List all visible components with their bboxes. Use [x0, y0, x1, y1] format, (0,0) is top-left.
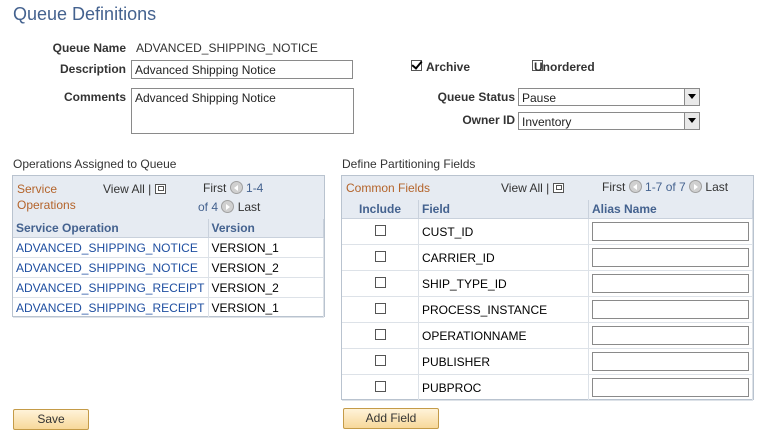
field-cell: PUBPROC [418, 374, 589, 401]
column-header-service-operation: Service Operation [13, 219, 209, 238]
zoom-icon[interactable] [552, 183, 564, 193]
save-button[interactable]: Save [13, 409, 89, 430]
table-row: ADVANCED_SHIPPING_NOTICE VERSION_2 [13, 257, 324, 278]
table-row: ADVANCED_SHIPPING_NOTICE VERSION_1 [13, 237, 324, 258]
table-row: SHIP_TYPE_ID [342, 270, 753, 297]
previous-icon[interactable] [628, 180, 642, 193]
unordered-label: Unordered [534, 60, 595, 74]
queue-status-label: Queue Status [437, 90, 515, 104]
version-cell: VERSION_2 [208, 277, 324, 298]
include-checkbox[interactable] [374, 276, 386, 288]
service-operation-link[interactable]: ADVANCED_SHIPPING_RECEIPT [13, 277, 209, 298]
operations-of-count: of 4 [198, 200, 219, 214]
partitioning-last-label: Last [705, 180, 729, 194]
operations-caption-2: Operations [17, 198, 76, 212]
archive-checkbox[interactable] [411, 60, 422, 71]
field-cell: OPERATIONNAME [418, 322, 589, 349]
table-row: PROCESS_INSTANCE [342, 296, 753, 323]
partitioning-view-all-link[interactable]: View All [501, 181, 543, 195]
owner-id-value: Inventory [522, 115, 572, 129]
queue-status-select[interactable]: Pause [518, 88, 700, 106]
queue-name-value: ADVANCED_SHIPPING_NOTICE [136, 41, 318, 55]
operations-grid: Service Operations View All | First 1-4 … [12, 175, 325, 318]
column-header-version: Version [208, 219, 324, 238]
field-cell: CUST_ID [418, 218, 589, 245]
comments-label: Comments [63, 90, 126, 104]
comments-textarea[interactable]: Advanced Shipping Notice [131, 88, 354, 134]
queue-status-value: Pause [522, 91, 557, 105]
table-row: ADVANCED_SHIPPING_RECEIPT VERSION_1 [13, 297, 324, 318]
chevron-down-icon [684, 113, 699, 129]
partitioning-caption: Common Fields [346, 181, 431, 195]
field-cell: CARRIER_ID [418, 244, 589, 271]
column-header-include: Include [342, 200, 419, 219]
field-cell: PROCESS_INSTANCE [418, 296, 589, 323]
table-row: CUST_ID [342, 218, 753, 245]
include-checkbox[interactable] [374, 302, 386, 314]
column-header-field: Field [418, 200, 589, 219]
chevron-down-icon [684, 89, 699, 105]
include-checkbox[interactable] [374, 354, 386, 366]
owner-id-select[interactable]: Inventory [518, 112, 700, 130]
include-checkbox[interactable] [374, 328, 386, 340]
column-header-alias-name: Alias Name [588, 200, 753, 219]
version-cell: VERSION_1 [208, 297, 324, 318]
alias-name-input[interactable] [592, 300, 749, 319]
owner-id-label: Owner ID [462, 113, 515, 127]
field-cell: PUBLISHER [418, 348, 589, 375]
service-operation-link[interactable]: ADVANCED_SHIPPING_RECEIPT [13, 297, 209, 318]
alias-name-input[interactable] [592, 222, 749, 241]
table-row: PUBPROC [342, 374, 753, 401]
partitioning-grid: Common Fields View All | First 1-7 of 7 … [341, 175, 754, 401]
partitioning-first-label: First [602, 180, 626, 194]
table-row: OPERATIONNAME [342, 322, 753, 349]
version-cell: VERSION_2 [208, 257, 324, 278]
field-cell: SHIP_TYPE_ID [418, 270, 589, 297]
partitioning-range: 1-7 of 7 [645, 180, 686, 194]
queue-name-label: Queue Name [52, 41, 126, 55]
next-icon[interactable] [689, 180, 703, 193]
operations-section-title: Operations Assigned to Queue [13, 157, 177, 171]
alias-name-input[interactable] [592, 326, 749, 345]
alias-name-input[interactable] [592, 248, 749, 267]
next-icon[interactable] [221, 200, 235, 213]
alias-name-input[interactable] [592, 274, 749, 293]
operations-caption-1: Service [17, 182, 58, 196]
operations-range: 1-4 [246, 181, 264, 195]
operations-table: Service Operation Version ADVANCED_SHIPP… [13, 219, 324, 318]
include-checkbox[interactable] [374, 380, 386, 392]
previous-icon[interactable] [229, 181, 243, 194]
table-row: PUBLISHER [342, 348, 753, 375]
add-field-button[interactable]: Add Field [343, 408, 439, 429]
operations-first-label: First [203, 181, 227, 195]
include-checkbox[interactable] [374, 250, 386, 262]
description-label: Description [59, 62, 126, 76]
table-row: ADVANCED_SHIPPING_RECEIPT VERSION_2 [13, 277, 324, 298]
alias-name-input[interactable] [592, 378, 749, 397]
partitioning-section-title: Define Partitioning Fields [342, 157, 476, 171]
table-row: CARRIER_ID [342, 244, 753, 271]
operations-last-label: Last [237, 200, 261, 214]
zoom-icon[interactable] [154, 184, 166, 194]
service-operation-link[interactable]: ADVANCED_SHIPPING_NOTICE [13, 257, 209, 278]
partitioning-table: Include Field Alias Name CUST_ID CARRIER… [342, 200, 753, 401]
include-checkbox[interactable] [374, 224, 386, 236]
version-cell: VERSION_1 [208, 237, 324, 258]
description-input[interactable]: Advanced Shipping Notice [131, 60, 353, 79]
service-operation-link[interactable]: ADVANCED_SHIPPING_NOTICE [13, 237, 209, 258]
alias-name-input[interactable] [592, 352, 749, 371]
operations-view-all-link[interactable]: View All [103, 182, 145, 196]
page-title: Queue Definitions [13, 4, 157, 24]
archive-label: Archive [426, 60, 471, 74]
